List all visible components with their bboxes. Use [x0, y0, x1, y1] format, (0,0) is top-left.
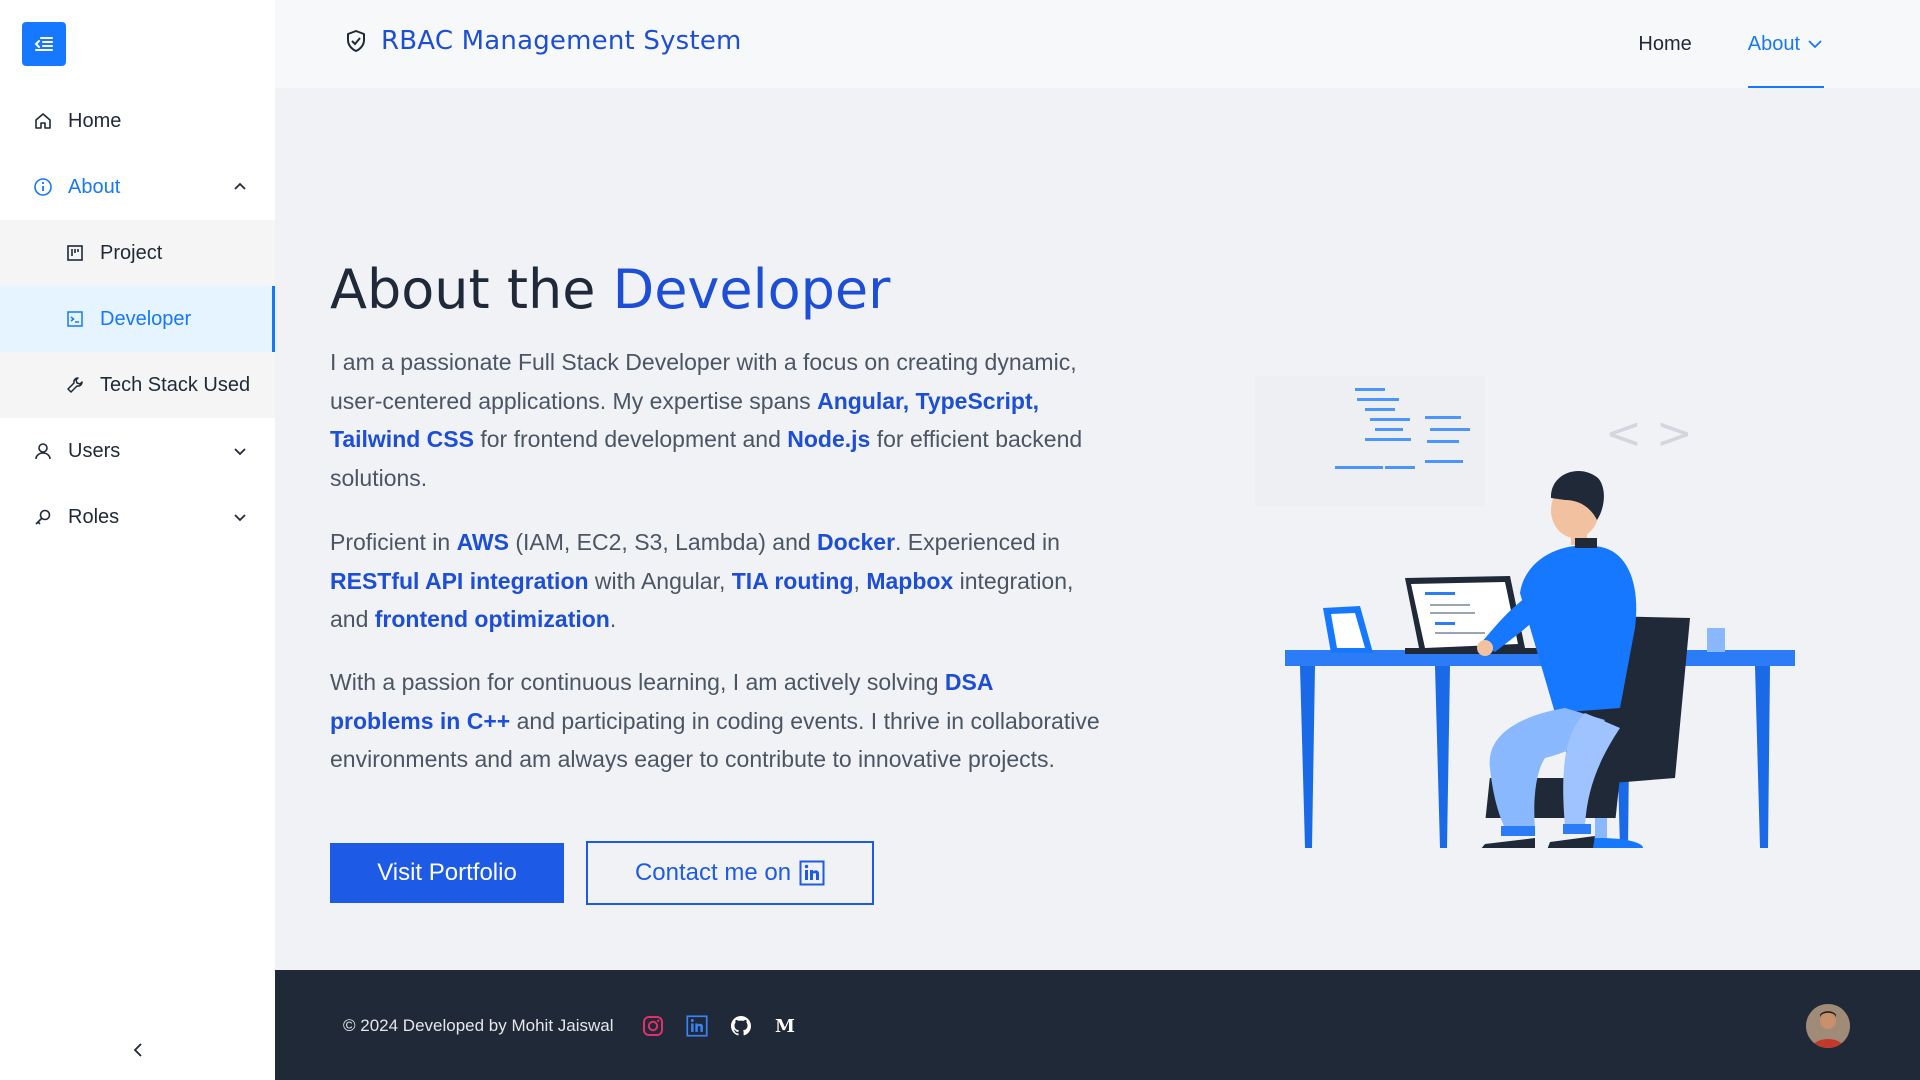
page-title-accent: Developer — [612, 258, 891, 321]
terminal-icon — [64, 308, 86, 330]
svg-text:M: M — [775, 1016, 795, 1037]
app-title: RBAC Management System — [381, 26, 742, 56]
home-icon — [32, 110, 54, 132]
page-title: About the Developer — [330, 258, 890, 321]
skills-highlight-aws: AWS — [456, 529, 509, 555]
sidebar-item-label: Project — [100, 241, 163, 264]
sidebar-item-home[interactable]: Home — [0, 88, 275, 154]
key-icon — [32, 506, 54, 528]
sidebar-item-project[interactable]: Project — [0, 220, 275, 286]
sidebar-item-label: Users — [68, 439, 121, 462]
skills-highlight-tia: TIA routing — [731, 567, 854, 594]
avatar[interactable] — [1806, 1004, 1850, 1048]
skills-highlight-restful: RESTful API integration — [330, 567, 589, 594]
chevron-left-icon — [133, 1043, 142, 1057]
chevron-down-icon — [229, 506, 251, 528]
medium-icon[interactable]: M — [771, 1012, 799, 1040]
skills-text-3: . Experienced in — [895, 529, 1060, 555]
developer-illustration: < > — [1255, 376, 1795, 848]
visit-portfolio-button[interactable]: Visit Portfolio — [330, 843, 564, 903]
skills-highlight-mapbox: Mapbox — [866, 567, 954, 594]
sidebar-item-label: About — [68, 175, 121, 198]
top-nav: Home About — [1582, 0, 1825, 88]
main-content: About the Developer I am a passionate Fu… — [275, 88, 1920, 970]
skills-highlight-docker: Docker — [817, 529, 896, 555]
linkedin-icon — [799, 860, 825, 886]
info-icon — [32, 176, 54, 198]
github-icon[interactable] — [727, 1012, 755, 1040]
svg-text:< >: < > — [1605, 408, 1693, 459]
sidebar-item-users[interactable]: Users — [0, 418, 275, 484]
contact-linkedin-button[interactable]: Contact me on — [586, 841, 874, 905]
sidebar-menu: Home About Project Developer Tech Stack … — [0, 88, 275, 550]
user-icon — [32, 440, 54, 462]
brand[interactable]: RBAC Management System — [343, 26, 742, 56]
sidebar-item-tech-stack[interactable]: Tech Stack Used — [0, 352, 275, 418]
nav-about-dropdown[interactable]: About — [1747, 0, 1825, 88]
learning-text-1: With a passion for continuous learning, … — [330, 669, 945, 695]
skills-highlight-optimization: frontend optimization — [374, 606, 610, 632]
skills-text-7: . — [609, 606, 617, 632]
contact-label: Contact me on — [634, 859, 792, 886]
skills-text-2: (IAM, EC2, S3, Lambda) and — [508, 529, 818, 555]
page-title-prefix: About the — [330, 258, 613, 321]
sidebar-item-label: Tech Stack Used — [100, 373, 251, 396]
intro-text-2: for frontend development and — [473, 426, 788, 452]
chevron-up-icon — [229, 176, 251, 198]
copyright-text: © 2024 Developed by Mohit Jaiswal — [343, 1016, 614, 1035]
shield-check-icon — [347, 30, 365, 52]
menu-fold-button[interactable] — [22, 22, 66, 66]
wrench-icon — [64, 374, 86, 396]
sidebar-item-roles[interactable]: Roles — [0, 484, 275, 550]
sidebar-item-label: Roles — [68, 505, 120, 528]
skills-text-4: with Angular, — [588, 567, 732, 594]
skills-paragraph: Proficient in AWS (IAM, EC2, S3, Lambda)… — [330, 523, 1100, 639]
skills-text-5: , — [853, 567, 867, 594]
chevron-down-icon — [1806, 35, 1824, 53]
top-header: RBAC Management System Home About — [275, 0, 1920, 88]
about-submenu: Project Developer Tech Stack Used — [0, 220, 275, 418]
sidebar-collapse-trigger[interactable] — [0, 1020, 275, 1080]
sidebar-item-about[interactable]: About — [0, 154, 275, 220]
project-icon — [64, 242, 86, 264]
sidebar-item-developer[interactable]: Developer — [0, 286, 275, 352]
sidebar-item-label: Developer — [100, 307, 192, 330]
intro-highlight-backend: Node.js — [787, 426, 871, 452]
visit-portfolio-label: Visit Portfolio — [377, 859, 517, 886]
social-links: M — [639, 1012, 815, 1040]
menu-fold-icon — [34, 37, 53, 51]
sidebar-item-label: Home — [68, 109, 122, 132]
learning-paragraph: With a passion for continuous learning, … — [330, 663, 1100, 779]
chevron-down-icon — [229, 440, 251, 462]
intro-paragraph: I am a passionate Full Stack Developer w… — [330, 343, 1100, 497]
linkedin-icon[interactable] — [683, 1012, 711, 1040]
nav-home-label: Home — [1638, 32, 1692, 55]
sidebar: Home About Project Developer Tech Stack … — [0, 0, 275, 1080]
footer: © 2024 Developed by Mohit Jaiswal M — [275, 970, 1920, 1080]
nav-about-label: About — [1747, 32, 1800, 55]
skills-text-1: Proficient in — [330, 529, 457, 555]
instagram-icon[interactable] — [639, 1012, 667, 1040]
nav-home-link[interactable]: Home — [1638, 0, 1691, 88]
